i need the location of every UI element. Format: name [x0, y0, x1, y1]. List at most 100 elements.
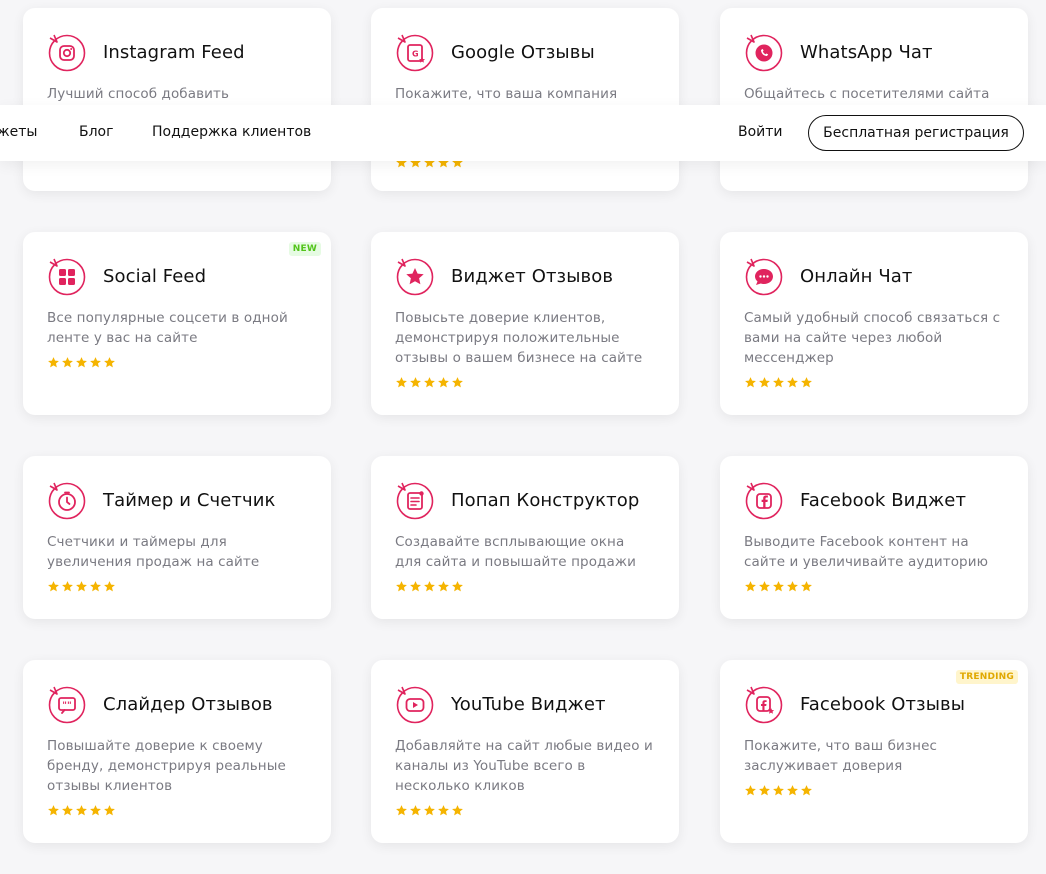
rating-stars [744, 376, 1004, 390]
card-title: Instagram Feed [103, 41, 245, 63]
widget-card-facebook-reviews[interactable]: TRENDING Facebook Отзывы Покажите, что в… [720, 660, 1028, 843]
star-icon [76, 357, 87, 368]
svg-text:G: G [412, 50, 419, 59]
chat-icon [744, 256, 800, 296]
star-icon [62, 357, 73, 368]
star-icon [745, 377, 756, 388]
widget-card-whatsapp[interactable]: WhatsApp Чат Общайтесь с посетителями са… [720, 8, 1028, 191]
star-icon [90, 805, 101, 816]
card-description: Добавляйте на сайт любые видео и каналы … [395, 738, 653, 794]
widget-card-reviews[interactable]: Виджет Отзывов Повысьте доверие клиентов… [371, 232, 679, 415]
star-icon [48, 357, 59, 368]
star-icon [759, 581, 770, 592]
star-icon [424, 805, 435, 816]
star-icon [759, 377, 770, 388]
card-title: Social Feed [103, 265, 207, 287]
widget-card-google-reviews[interactable]: G Google Отзывы Покажите, что ваша компа… [371, 8, 679, 191]
star-icon [773, 785, 784, 796]
card-description: Повысьте доверие клиентов, демонстрируя … [395, 310, 643, 366]
widget-card-youtube[interactable]: YouTube Виджет Добавляйте на сайт любые … [371, 660, 679, 843]
star-icon [745, 581, 756, 592]
star-icon [452, 377, 463, 388]
rating-stars [47, 804, 307, 818]
nav-link-widgets[interactable]: жеты [0, 124, 37, 140]
card-title: Попап Конструктор [451, 489, 640, 511]
star-icon [773, 581, 784, 592]
rating-stars [395, 376, 655, 390]
rating-stars [395, 804, 655, 818]
star-icon [787, 785, 798, 796]
instagram-icon [47, 32, 103, 72]
star-icon [410, 377, 421, 388]
youtube-icon [395, 684, 451, 724]
rating-stars [744, 784, 1004, 798]
card-title: Онлайн Чат [800, 265, 913, 287]
star-icon [90, 581, 101, 592]
google-reviews-icon: G [395, 32, 451, 72]
card-title: Facebook Отзывы [800, 693, 966, 715]
card-title: YouTube Виджет [451, 693, 606, 715]
star-icon [787, 581, 798, 592]
widget-card-timer[interactable]: Таймер и Счетчик Счетчики и таймеры для … [23, 456, 331, 619]
widget-card-facebook[interactable]: Facebook Виджет Выводите Facebook контен… [720, 456, 1028, 619]
star-icon [396, 581, 407, 592]
star-icon [424, 581, 435, 592]
trending-badge: TRENDING [955, 670, 1018, 684]
star-icon [48, 805, 59, 816]
star-icon [104, 581, 115, 592]
star-icon [438, 805, 449, 816]
card-description: Все популярные соцсети в одной ленте у в… [47, 310, 288, 346]
facebook-reviews-icon [744, 684, 800, 724]
star-icon [76, 805, 87, 816]
nav-link-support[interactable]: Поддержка клиентов [152, 124, 311, 140]
star-icon [396, 805, 407, 816]
star-icon [396, 377, 407, 388]
card-description: Выводите Facebook контент на сайте и уве… [744, 534, 989, 570]
widget-card-instagram[interactable]: Instagram Feed Лучший способ добавить Ин… [23, 8, 331, 191]
star-icon [773, 377, 784, 388]
card-description: Общайтесь с посетителями сайта [744, 86, 990, 102]
star-icon [48, 581, 59, 592]
star-icon [410, 805, 421, 816]
star-icon [801, 785, 812, 796]
card-title: WhatsApp Чат [800, 41, 933, 63]
popup-icon [395, 480, 451, 520]
star-icon [745, 785, 756, 796]
star-icon [438, 377, 449, 388]
card-title: Facebook Виджет [800, 489, 967, 511]
star-icon [801, 377, 812, 388]
top-navbar: жеты Блог Поддержка клиентов Войти Беспл… [0, 105, 1046, 161]
rating-stars [47, 580, 307, 594]
login-link[interactable]: Войти [738, 124, 783, 140]
signup-button[interactable]: Бесплатная регистрация [808, 115, 1024, 151]
card-description: Самый удобный способ связаться с вами на… [744, 310, 1001, 366]
star-icon [801, 581, 812, 592]
star-icon [452, 805, 463, 816]
rating-stars [47, 356, 307, 370]
widget-card-online-chat[interactable]: Онлайн Чат Самый удобный способ связатьс… [720, 232, 1028, 415]
star-icon [438, 581, 449, 592]
nav-link-blog[interactable]: Блог [79, 124, 113, 140]
card-title: Google Отзывы [451, 41, 595, 63]
rating-stars [395, 580, 655, 594]
social-feed-icon [47, 256, 103, 296]
svg-text:": " [67, 701, 72, 711]
star-icon [395, 256, 451, 296]
rating-stars [744, 580, 1004, 594]
star-icon [410, 581, 421, 592]
quote-icon: " " [47, 684, 103, 724]
card-description: Создавайте всплывающие окна для сайта и … [395, 534, 636, 570]
star-icon [62, 581, 73, 592]
widget-card-testimonials-slider[interactable]: " " Слайдер Отзывов Повышайте доверие к с… [23, 660, 331, 843]
star-icon [424, 377, 435, 388]
star-icon [76, 581, 87, 592]
timer-icon [47, 480, 103, 520]
card-title: Таймер и Счетчик [103, 489, 276, 511]
widget-card-social-feed[interactable]: NEW Social Feed Все популярные соцсети в… [23, 232, 331, 415]
card-description: Покажите, что ваша компания [395, 86, 618, 102]
new-badge: NEW [288, 242, 321, 256]
widget-card-popup[interactable]: Попап Конструктор Создавайте всплывающие… [371, 456, 679, 619]
card-description: Покажите, что ваш бизнес заслуживает дов… [744, 738, 938, 774]
star-icon [104, 805, 115, 816]
card-description: Счетчики и таймеры для увеличения продаж… [47, 534, 260, 570]
